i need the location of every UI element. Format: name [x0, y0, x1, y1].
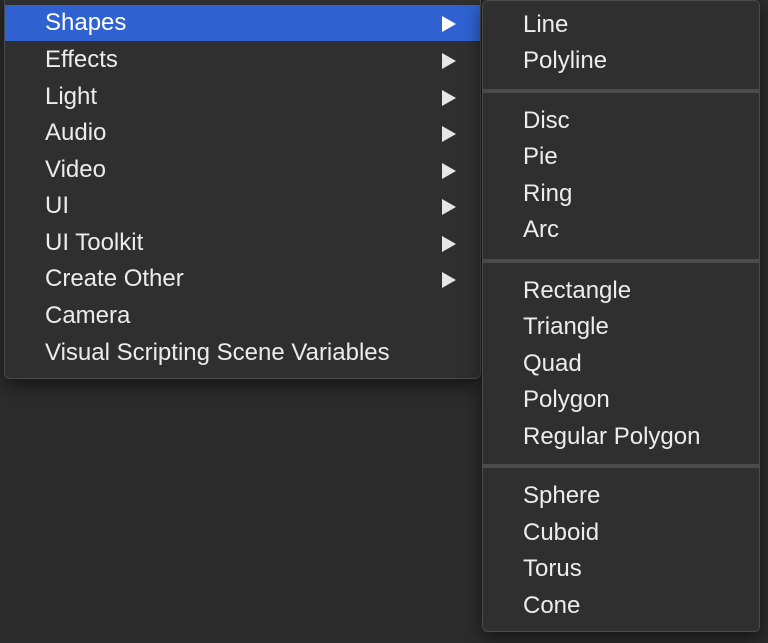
- submenu-arrow-icon: [442, 53, 456, 69]
- submenu-item-ring[interactable]: Ring: [483, 176, 759, 212]
- submenu-item-arc[interactable]: Arc: [483, 212, 759, 248]
- menu-item-label: Video: [45, 156, 106, 183]
- menu-separator: [483, 464, 759, 468]
- submenu-item-triangle[interactable]: Triangle: [483, 309, 759, 345]
- menu-item-video[interactable]: Video: [5, 152, 480, 188]
- submenu-item-label: Cone: [523, 592, 581, 619]
- submenu-item-label: Quad: [523, 350, 582, 377]
- menu-item-label: Camera: [45, 302, 131, 329]
- submenu-item-label: Disc: [523, 107, 570, 134]
- menu-item-audio[interactable]: Audio: [5, 115, 480, 151]
- submenu-item-label: Polygon: [523, 386, 610, 413]
- submenu-item-label: Pie: [523, 143, 558, 170]
- menu-item-label: UI Toolkit: [45, 229, 144, 256]
- menu-item-ui[interactable]: UI: [5, 188, 480, 224]
- submenu-item-label: Polyline: [523, 47, 608, 74]
- menu-item-label: UI: [45, 192, 69, 219]
- submenu-item-polyline[interactable]: Polyline: [483, 43, 759, 79]
- submenu-item-label: Torus: [523, 555, 582, 582]
- menu-item-ui-toolkit[interactable]: UI Toolkit: [5, 225, 480, 261]
- menu-item-label: Create Other: [45, 265, 184, 292]
- shapes-submenu: Line Polyline Disc Pie Ring Arc Rectangl…: [482, 0, 760, 632]
- submenu-item-disc[interactable]: Disc: [483, 103, 759, 139]
- submenu-item-label: Ring: [523, 180, 573, 207]
- menu-separator: [483, 259, 759, 263]
- submenu-arrow-icon: [442, 236, 456, 252]
- submenu-item-label: Rectangle: [523, 277, 632, 304]
- submenu-item-label: Triangle: [523, 313, 609, 340]
- menu-item-label: Shapes: [45, 9, 127, 36]
- submenu-item-rectangle[interactable]: Rectangle: [483, 273, 759, 309]
- submenu-item-label: Regular Polygon: [523, 423, 701, 450]
- menu-item-effects[interactable]: Effects: [5, 42, 480, 78]
- submenu-item-torus[interactable]: Torus: [483, 551, 759, 587]
- submenu-item-label: Arc: [523, 216, 559, 243]
- submenu-item-polygon[interactable]: Polygon: [483, 382, 759, 418]
- submenu-arrow-icon: [442, 16, 456, 32]
- menu-item-create-other[interactable]: Create Other: [5, 261, 480, 297]
- submenu-arrow-icon: [442, 90, 456, 106]
- submenu-item-line[interactable]: Line: [483, 7, 759, 43]
- submenu-item-quad[interactable]: Quad: [483, 346, 759, 382]
- submenu-arrow-icon: [442, 272, 456, 288]
- submenu-item-label: Sphere: [523, 482, 601, 509]
- submenu-item-sphere[interactable]: Sphere: [483, 478, 759, 514]
- submenu-arrow-icon: [442, 199, 456, 215]
- menu-item-visual-scripting-scene-variables[interactable]: Visual Scripting Scene Variables: [5, 335, 480, 371]
- submenu-arrow-icon: [442, 163, 456, 179]
- submenu-item-regular-polygon[interactable]: Regular Polygon: [483, 419, 759, 455]
- menu-item-camera[interactable]: Camera: [5, 298, 480, 334]
- menu-separator: [483, 89, 759, 93]
- menu-item-label: Visual Scripting Scene Variables: [45, 339, 390, 366]
- submenu-item-label: Line: [523, 11, 569, 38]
- menu-item-light[interactable]: Light: [5, 79, 480, 115]
- submenu-item-cone[interactable]: Cone: [483, 588, 759, 624]
- menu-item-label: Audio: [45, 119, 107, 146]
- menu-item-label: Effects: [45, 46, 118, 73]
- submenu-item-pie[interactable]: Pie: [483, 139, 759, 175]
- menu-item-shapes[interactable]: Shapes: [5, 5, 480, 41]
- submenu-arrow-icon: [442, 126, 456, 142]
- submenu-item-label: Cuboid: [523, 519, 600, 546]
- submenu-item-cuboid[interactable]: Cuboid: [483, 515, 759, 551]
- context-menu: Shapes Effects Light Audio Video UI UI T…: [4, 0, 481, 379]
- menu-item-label: Light: [45, 83, 98, 110]
